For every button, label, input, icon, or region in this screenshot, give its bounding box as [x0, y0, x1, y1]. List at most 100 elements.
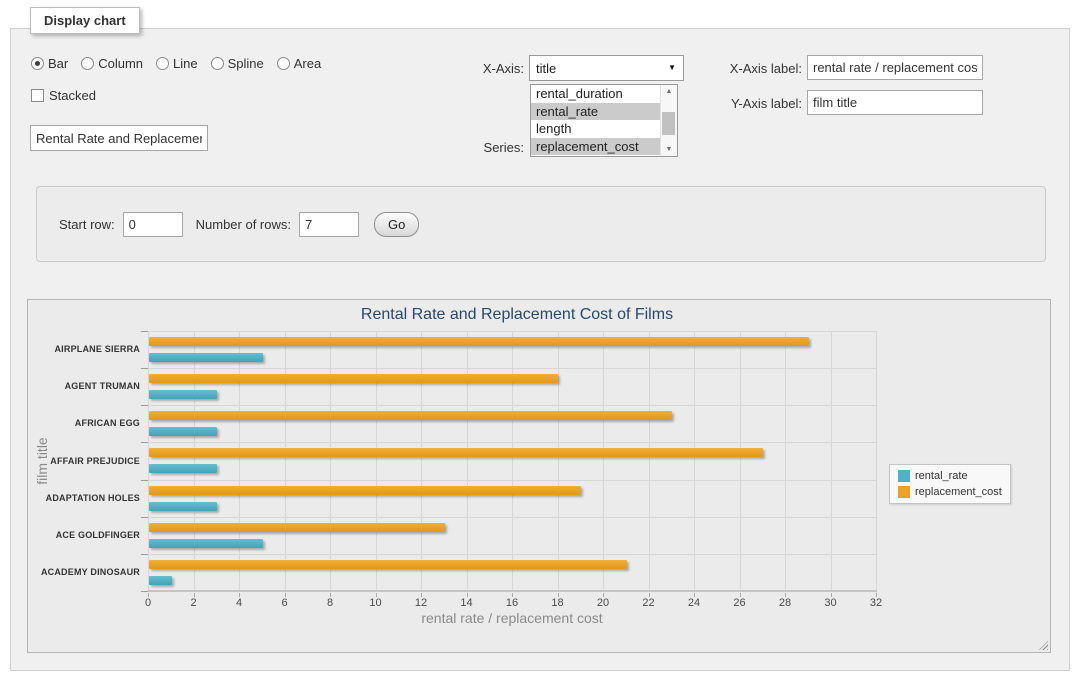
chevron-down-icon: ▼ [668, 64, 676, 72]
category-label: ACE GOLDFINGER [28, 530, 140, 541]
radio-icon [31, 57, 44, 70]
x-tick-label: 4 [219, 597, 259, 609]
bar-rental_rate [149, 464, 217, 473]
x-axis-select-label: X-Axis: [429, 61, 524, 76]
radio-icon [277, 57, 290, 70]
y-axis-label-label: Y-Axis label: [702, 96, 802, 111]
chart-type-column[interactable]: Column [81, 56, 143, 71]
number-of-rows-input[interactable] [299, 212, 359, 237]
chart-legend: rental_rate replacement_cost [889, 464, 1011, 504]
bar-rental_rate [149, 390, 217, 399]
gridline [831, 331, 832, 591]
chart: Rental Rate and Replacement Cost of Film… [28, 300, 1006, 652]
gridline [694, 331, 695, 591]
y-tick-mark [141, 554, 148, 555]
y-tick-mark [141, 517, 148, 518]
chart-title: Rental Rate and Replacement Cost of Film… [28, 306, 1006, 324]
legend-label: rental_rate [915, 470, 968, 482]
gridline [330, 331, 331, 591]
chart-type-area[interactable]: Area [277, 56, 321, 71]
legend-item-replacement_cost[interactable]: replacement_cost [898, 486, 1002, 498]
checkbox-icon [31, 89, 44, 102]
x-axis-select[interactable]: title ▼ [529, 55, 684, 81]
gridline [148, 331, 876, 332]
gridline [285, 331, 286, 591]
gridline [740, 331, 741, 591]
start-row-input[interactable] [123, 212, 183, 237]
gridline [603, 331, 604, 591]
x-tick-label: 22 [629, 597, 669, 609]
chart-type-label: Bar [48, 56, 68, 71]
y-axis-label-input[interactable] [807, 90, 983, 115]
bar-rental_rate [149, 427, 217, 436]
x-tick-label: 14 [447, 597, 487, 609]
bar-rental_rate [149, 502, 217, 511]
gridline [558, 331, 559, 591]
gridline [148, 554, 876, 555]
resize-handle-icon[interactable] [1039, 641, 1048, 650]
bar-rental_rate [149, 576, 172, 585]
x-tick-label: 32 [856, 597, 896, 609]
gridline [148, 368, 876, 369]
gridline [376, 331, 377, 591]
chart-type-bar[interactable]: Bar [31, 56, 68, 71]
series-option-replacement_cost[interactable]: replacement_cost [531, 138, 677, 156]
y-tick-mark [141, 480, 148, 481]
chart-type-spline[interactable]: Spline [211, 56, 264, 71]
chart-title-input[interactable] [30, 125, 208, 151]
stacked-label: Stacked [49, 88, 96, 103]
chart-type-label: Line [173, 56, 198, 71]
bar-replacement_cost [149, 337, 809, 346]
category-label: AGENT TRUMAN [28, 381, 140, 392]
gridline [148, 517, 876, 518]
start-row-label: Start row: [59, 217, 115, 232]
bar-replacement_cost [149, 486, 581, 495]
gridline [194, 331, 195, 591]
go-button[interactable]: Go [374, 212, 419, 237]
radio-icon [81, 57, 94, 70]
gridline [512, 331, 513, 591]
y-tick-mark [141, 405, 148, 406]
y-tick-mark [141, 331, 148, 332]
x-axis-label-label: X-Axis label: [702, 61, 802, 76]
category-label: AFRICAN EGG [28, 418, 140, 429]
chart-type-radio-group: Bar Column Line Spline Area [31, 56, 321, 71]
bar-replacement_cost [149, 523, 445, 532]
x-tick-label: 8 [310, 597, 350, 609]
radio-icon [156, 57, 169, 70]
gridline [239, 331, 240, 591]
bar-replacement_cost [149, 411, 672, 420]
bar-replacement_cost [149, 374, 558, 383]
x-tick-label: 24 [674, 597, 714, 609]
series-listbox[interactable]: rental_durationrental_ratelengthreplacem… [530, 84, 678, 157]
gridline [649, 331, 650, 591]
x-tick-label: 12 [401, 597, 441, 609]
scroll-up-icon[interactable]: ▲ [661, 85, 677, 98]
legend-item-rental_rate[interactable]: rental_rate [898, 470, 1002, 482]
series-option-rental_duration[interactable]: rental_duration [531, 85, 677, 103]
gridline [876, 331, 877, 591]
category-label: AFFAIR PREJUDICE [28, 456, 140, 467]
series-options: rental_durationrental_ratelengthreplacem… [531, 85, 677, 155]
chart-container: Rental Rate and Replacement Cost of Film… [27, 299, 1051, 653]
chart-type-label: Area [294, 56, 321, 71]
number-of-rows-label: Number of rows: [196, 217, 291, 232]
panel-legend: Display chart [30, 7, 140, 34]
radio-icon [211, 57, 224, 70]
y-tick-mark [141, 368, 148, 369]
x-tick-label: 6 [265, 597, 305, 609]
scroll-down-icon[interactable]: ▼ [661, 143, 677, 156]
gridline [148, 405, 876, 406]
gridline [148, 480, 876, 481]
listbox-scrollbar[interactable]: ▲ ▼ [660, 85, 677, 156]
y-tick-mark [141, 442, 148, 443]
series-option-length[interactable]: length [531, 120, 677, 138]
stacked-checkbox[interactable]: Stacked [31, 88, 96, 103]
x-axis-line [148, 590, 877, 592]
x-axis-label-input[interactable] [807, 55, 983, 80]
scrollbar-thumb[interactable] [662, 112, 675, 135]
x-tick-label: 10 [356, 597, 396, 609]
series-option-rental_rate[interactable]: rental_rate [531, 103, 677, 121]
legend-swatch [898, 486, 910, 498]
chart-type-line[interactable]: Line [156, 56, 198, 71]
